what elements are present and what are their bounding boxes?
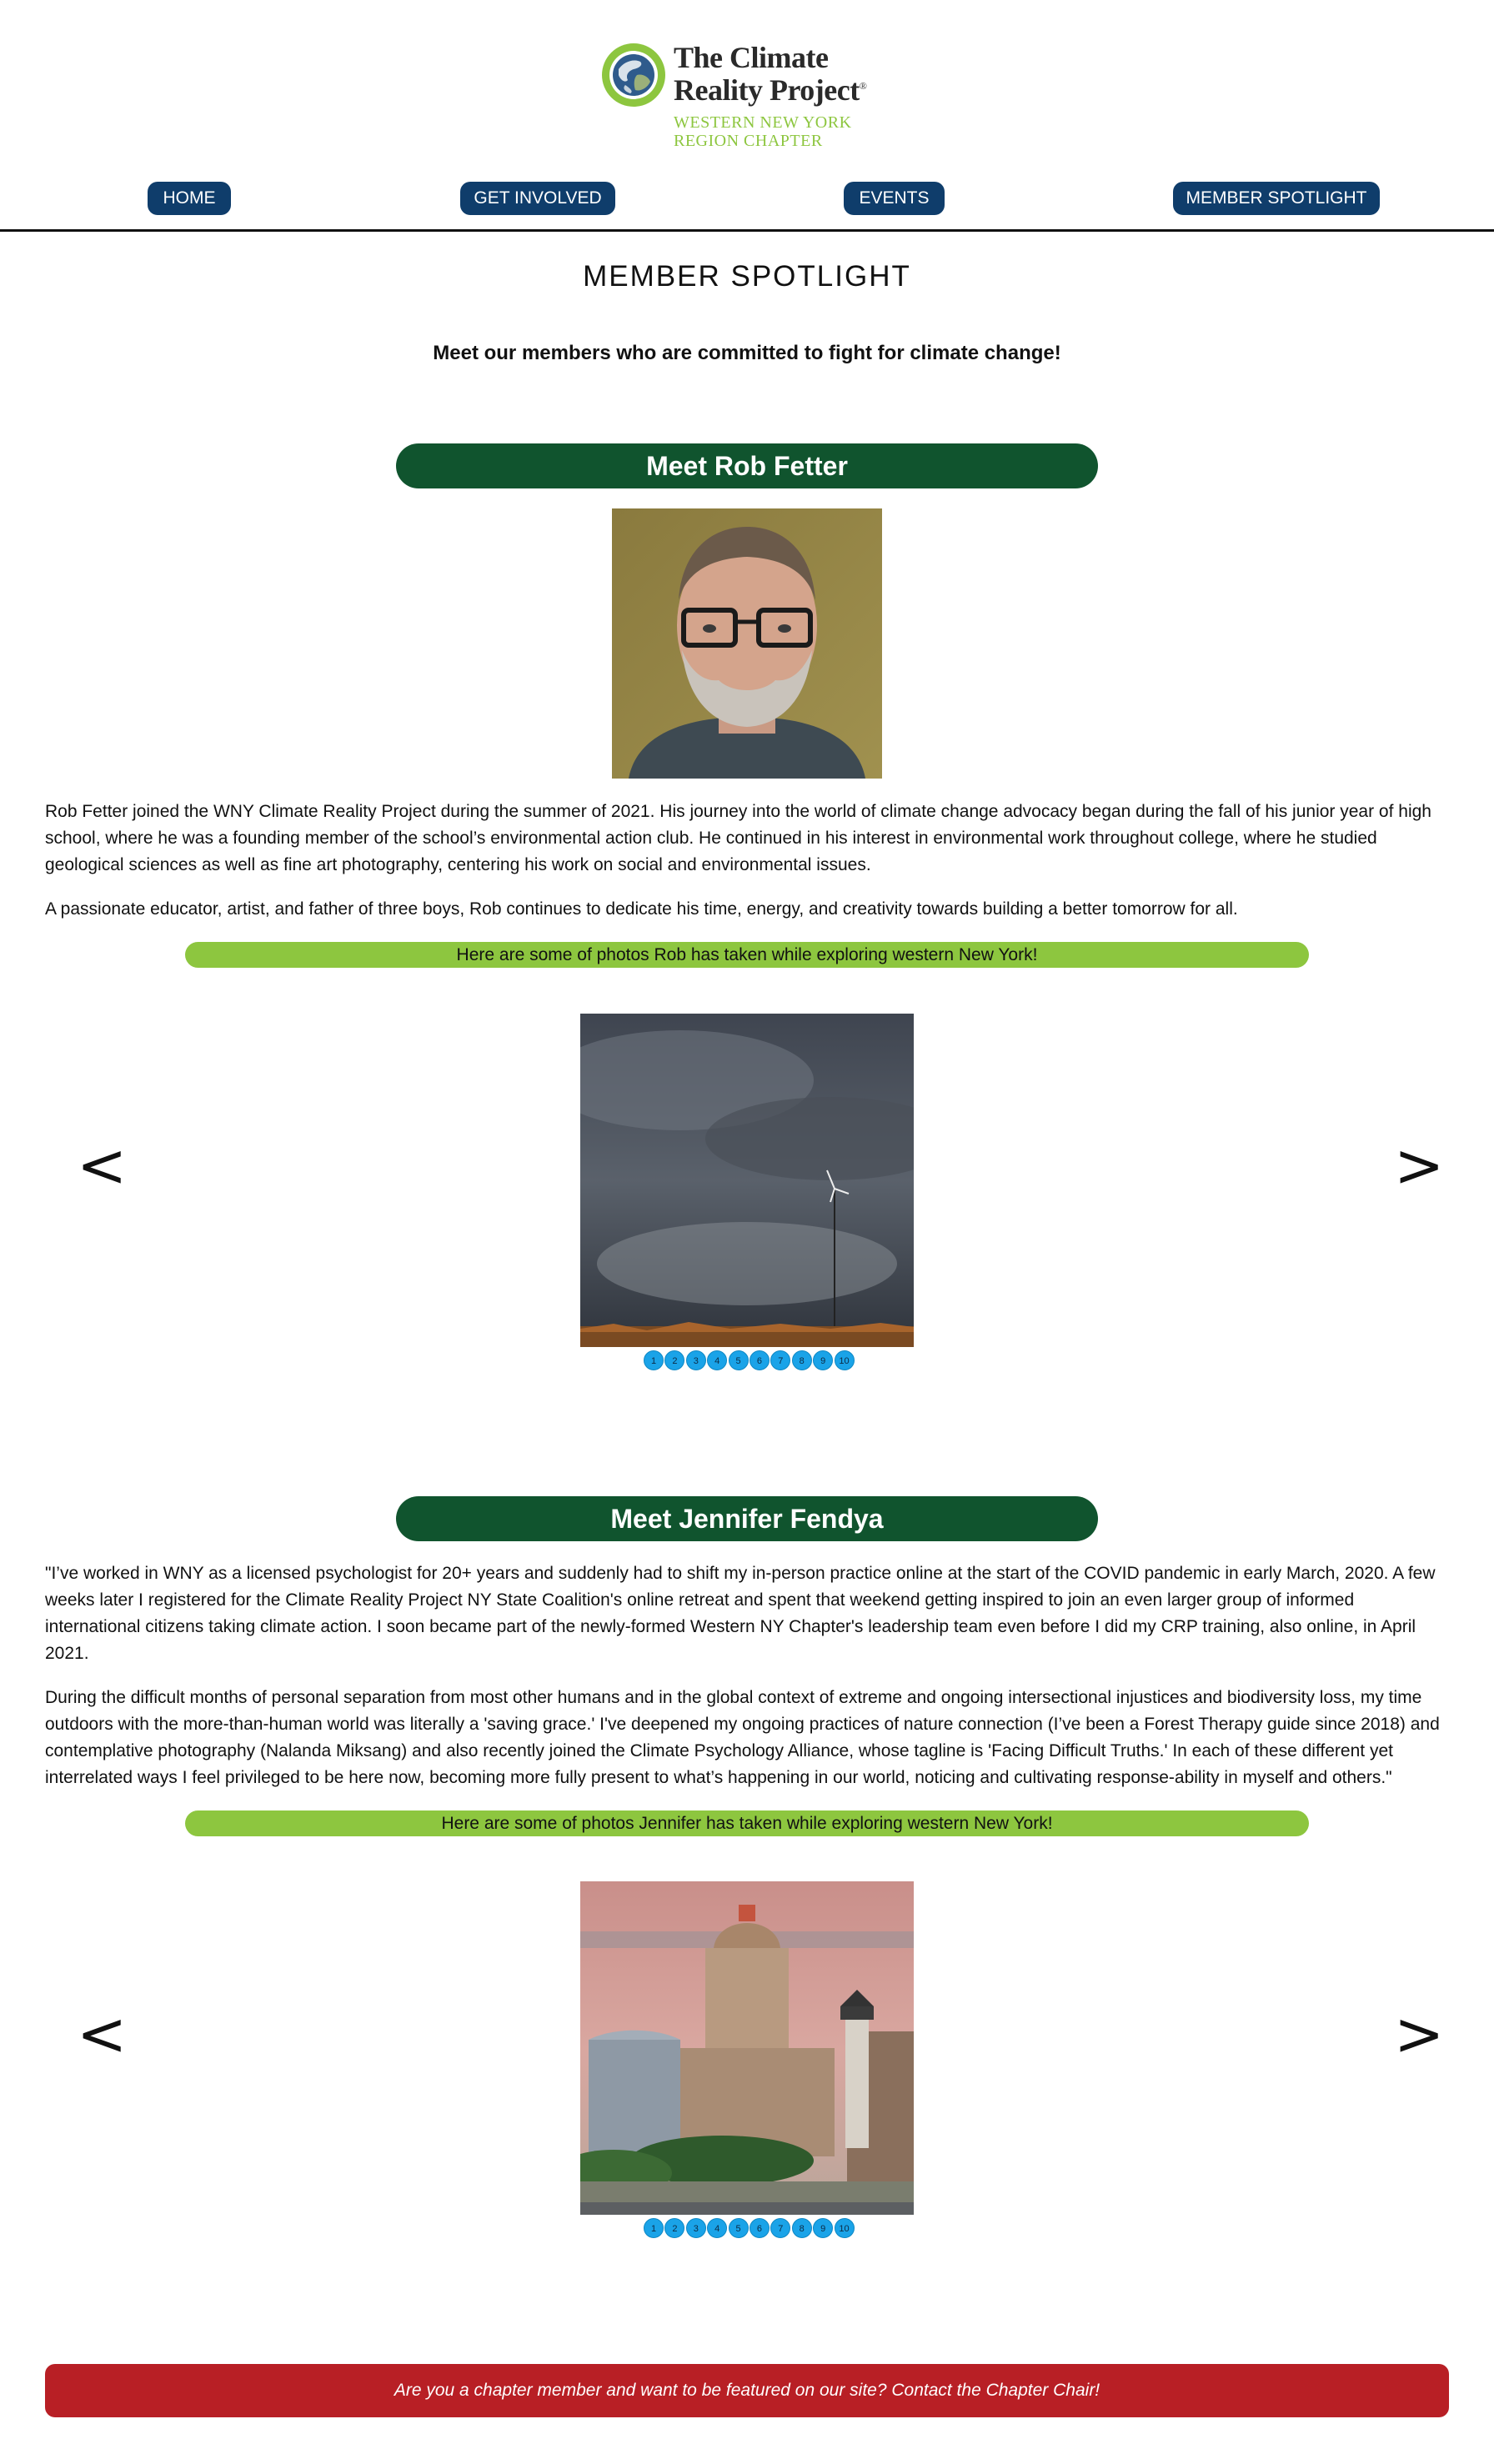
carousel-dot[interactable]: 7 bbox=[770, 1350, 791, 1370]
member-heading-rob: Meet Rob Fetter bbox=[396, 443, 1098, 488]
page-title: MEMBER SPOTLIGHT bbox=[583, 260, 911, 293]
carousel-dot[interactable]: 5 bbox=[728, 2218, 749, 2238]
carousel-dot[interactable]: 1 bbox=[644, 1350, 664, 1370]
logo-subtitle-line2: REGION CHAPTER bbox=[674, 132, 823, 150]
carousel-dot[interactable]: 1 bbox=[644, 2218, 664, 2238]
carousel-dot[interactable]: 7 bbox=[770, 2218, 791, 2238]
carousel-slide-jennifer bbox=[580, 1881, 914, 2215]
carousel-slide-rob bbox=[580, 1014, 914, 1347]
nav-member-spotlight[interactable]: MEMBER SPOTLIGHT bbox=[1173, 182, 1380, 215]
contact-chair-banner[interactable]: Are you a chapter member and want to be … bbox=[45, 2364, 1449, 2417]
photos-banner-jennifer: Here are some of photos Jennifer has tak… bbox=[185, 1810, 1309, 1836]
carousel-dot[interactable]: 8 bbox=[791, 2218, 812, 2238]
bio-paragraph: During the difficult months of personal … bbox=[45, 1688, 1440, 1787]
carousel-dot[interactable]: 3 bbox=[685, 1350, 706, 1370]
carousel-dot[interactable]: 4 bbox=[707, 1350, 728, 1370]
carousel-dot[interactable]: 6 bbox=[749, 1350, 770, 1370]
carousel-dot[interactable]: 5 bbox=[728, 1350, 749, 1370]
nav-home[interactable]: HOME bbox=[148, 182, 231, 215]
carousel-dot[interactable]: 10 bbox=[834, 2218, 855, 2238]
carousel-dots-jennifer: 1 2 3 4 5 6 7 8 9 10 bbox=[644, 2218, 855, 2238]
logo-title-line1: The Climate bbox=[674, 41, 829, 74]
carousel-next-jennifer[interactable]: > bbox=[1394, 2004, 1444, 2064]
globe-icon bbox=[602, 43, 665, 107]
logo-title-line2: Reality Project bbox=[674, 73, 860, 107]
carousel-dot[interactable]: 9 bbox=[813, 2218, 834, 2238]
registered-mark: ® bbox=[859, 80, 867, 92]
logo-subtitle: WESTERN NEW YORK REGION CHAPTER bbox=[674, 113, 852, 150]
member-portrait-rob bbox=[612, 508, 882, 779]
carousel-dots-rob: 1 2 3 4 5 6 7 8 9 10 bbox=[644, 1350, 855, 1370]
carousel-next-rob[interactable]: > bbox=[1394, 1135, 1444, 1195]
site-logo[interactable]: The Climate Reality Project® WESTERN NEW… bbox=[600, 40, 900, 157]
carousel-dot[interactable]: 4 bbox=[707, 2218, 728, 2238]
nav-get-involved[interactable]: GET INVOLVED bbox=[460, 182, 615, 215]
member-bio-rob: Rob Fetter joined the WNY Climate Realit… bbox=[45, 799, 1449, 923]
carousel-dot[interactable]: 3 bbox=[685, 2218, 706, 2238]
site-header: The Climate Reality Project® WESTERN NEW… bbox=[0, 0, 1494, 232]
carousel-dot[interactable]: 10 bbox=[834, 1350, 855, 1370]
member-bio-jennifer: "I’ve worked in WNY as a licensed psycho… bbox=[45, 1560, 1449, 1791]
carousel-prev-rob[interactable]: < bbox=[77, 1135, 127, 1195]
logo-title: The Climate Reality Project® bbox=[674, 41, 867, 107]
carousel-prev-jennifer[interactable]: < bbox=[77, 2004, 127, 2064]
carousel-dot[interactable]: 2 bbox=[664, 1350, 685, 1370]
member-heading-jennifer: Meet Jennifer Fendya bbox=[396, 1496, 1098, 1541]
logo-subtitle-line1: WESTERN NEW YORK bbox=[674, 113, 852, 132]
bio-paragraph: A passionate educator, artist, and fathe… bbox=[45, 899, 1238, 919]
carousel-dot[interactable]: 6 bbox=[749, 2218, 770, 2238]
nav-divider bbox=[0, 229, 1494, 232]
bio-paragraph: "I’ve worked in WNY as a licensed psycho… bbox=[45, 1564, 1436, 1663]
carousel-dot[interactable]: 9 bbox=[813, 1350, 834, 1370]
nav-events[interactable]: EVENTS bbox=[844, 182, 945, 215]
bio-paragraph: Rob Fetter joined the WNY Climate Realit… bbox=[45, 802, 1431, 874]
carousel-dot[interactable]: 8 bbox=[791, 1350, 812, 1370]
photos-banner-rob: Here are some of photos Rob has taken wh… bbox=[185, 942, 1309, 968]
intro-text: Meet our members who are committed to fi… bbox=[433, 342, 1061, 364]
carousel-dot[interactable]: 2 bbox=[664, 2218, 685, 2238]
